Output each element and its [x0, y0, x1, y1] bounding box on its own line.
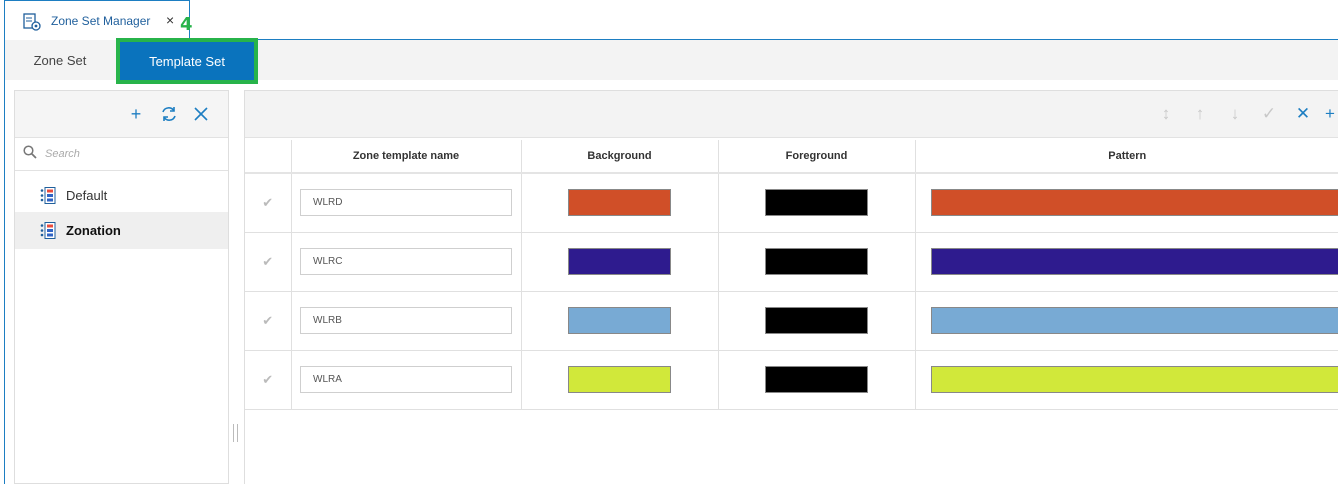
close-tab-icon[interactable]: × — [166, 13, 174, 27]
template-set-icon — [40, 222, 56, 239]
pattern-cell — [915, 350, 1338, 410]
background-color-swatch[interactable] — [568, 189, 671, 217]
list-item-zonation[interactable]: Zonation — [15, 212, 228, 249]
foreground-color-swatch[interactable] — [765, 307, 868, 334]
zone-manager-icon — [23, 13, 41, 31]
zone-template-name-input[interactable] — [300, 248, 512, 275]
row-check-cell[interactable]: ✔ — [245, 291, 292, 351]
template-set-icon — [40, 187, 56, 204]
template-set-list-panel: + Default — [14, 90, 229, 484]
background-cell — [521, 232, 719, 292]
table-row[interactable]: ✔ — [245, 232, 1338, 292]
pattern-cell — [915, 173, 1338, 233]
column-header-select — [245, 140, 292, 174]
refresh-icon[interactable] — [158, 103, 180, 125]
row-check-icon[interactable]: ✔ — [262, 195, 273, 210]
foreground-color-swatch[interactable] — [765, 248, 868, 275]
search-icon — [23, 145, 37, 159]
list-item-label: Zonation — [66, 223, 121, 238]
search-input[interactable] — [45, 144, 220, 164]
background-cell — [521, 291, 719, 351]
panel-splitter[interactable] — [233, 424, 239, 442]
tab-template-set[interactable]: Template Set — [116, 38, 258, 84]
foreground-color-swatch[interactable] — [765, 366, 868, 393]
document-tab-bar: Zone Set Manager × 4 — [0, 0, 1338, 40]
column-header-name[interactable]: Zone template name — [291, 140, 522, 174]
foreground-cell — [718, 173, 916, 233]
tab-title: Zone Set Manager — [51, 14, 151, 28]
delete-row-icon[interactable]: ✕ — [1292, 103, 1314, 125]
pattern-cell — [915, 291, 1338, 351]
foreground-cell — [718, 350, 916, 410]
row-check-cell[interactable]: ✔ — [245, 350, 292, 410]
right-toolbar: ↕ ↑ ↓ ✓ ✕ + — [245, 91, 1338, 138]
zone-template-name-input[interactable] — [300, 307, 512, 334]
tab-zone-set[interactable]: Zone Set — [5, 40, 115, 80]
foreground-color-swatch[interactable] — [765, 189, 868, 217]
column-header-foreground[interactable]: Foreground — [718, 140, 916, 174]
pattern-swatch[interactable] — [930, 189, 1338, 217]
list-item-default[interactable]: Default — [15, 177, 228, 214]
row-check-icon[interactable]: ✔ — [262, 254, 273, 269]
foreground-cell — [718, 232, 916, 292]
table-header-row: Zone template name Background Foreground… — [245, 140, 1338, 174]
row-check-icon[interactable]: ✔ — [262, 372, 273, 387]
name-cell — [291, 173, 522, 233]
add-icon[interactable]: + — [125, 103, 147, 125]
zone-set-manager-tab[interactable]: Zone Set Manager × — [4, 0, 190, 40]
pattern-swatch[interactable] — [930, 366, 1338, 393]
pattern-swatch[interactable] — [930, 307, 1338, 334]
left-toolbar: + — [15, 91, 228, 138]
template-grid-panel: ↕ ↑ ↓ ✓ ✕ + Zone template name Backgroun… — [244, 90, 1338, 484]
background-color-swatch[interactable] — [568, 248, 671, 275]
background-color-swatch[interactable] — [568, 307, 671, 334]
pattern-cell — [915, 232, 1338, 292]
zone-template-name-input[interactable] — [300, 189, 512, 217]
delete-icon[interactable] — [190, 103, 212, 125]
sub-tab-bar: Zone Set Template Set — [5, 38, 1338, 84]
background-cell — [521, 350, 719, 410]
pattern-swatch[interactable] — [930, 248, 1338, 275]
sort-icon[interactable]: ↕ — [1155, 103, 1177, 125]
table-row[interactable]: ✔ — [245, 291, 1338, 351]
apply-icon[interactable]: ✓ — [1258, 103, 1280, 125]
move-up-icon[interactable]: ↑ — [1189, 103, 1211, 125]
table-row[interactable]: ✔ — [245, 350, 1338, 410]
callout-number: 4 — [180, 14, 193, 35]
row-check-icon[interactable]: ✔ — [262, 313, 273, 328]
background-cell — [521, 173, 719, 233]
foreground-cell — [718, 291, 916, 351]
add-row-icon[interactable]: + — [1325, 103, 1338, 125]
column-header-pattern[interactable]: Pattern — [915, 140, 1338, 174]
name-cell — [291, 291, 522, 351]
move-down-icon[interactable]: ↓ — [1224, 103, 1246, 125]
row-check-cell[interactable]: ✔ — [245, 173, 292, 233]
frame-border — [4, 40, 5, 484]
search-row — [15, 138, 228, 171]
zone-template-table: Zone template name Background Foreground… — [245, 140, 1338, 410]
column-header-background[interactable]: Background — [521, 140, 719, 174]
zone-template-name-input[interactable] — [300, 366, 512, 393]
list-item-label: Default — [66, 188, 108, 203]
background-color-swatch[interactable] — [568, 366, 671, 393]
name-cell — [291, 350, 522, 410]
table-row[interactable]: ✔ — [245, 173, 1338, 233]
name-cell — [291, 232, 522, 292]
row-check-cell[interactable]: ✔ — [245, 232, 292, 292]
